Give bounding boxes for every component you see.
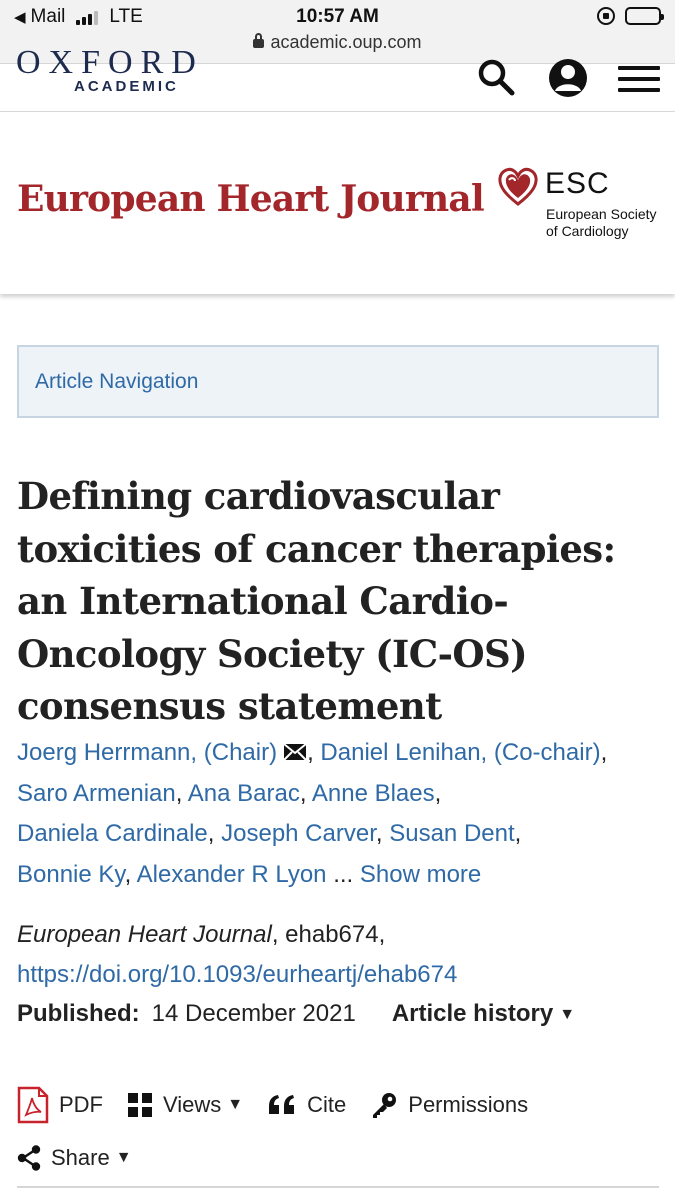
- status-right: [597, 7, 664, 25]
- article-navigation-label[interactable]: Article Navigation: [35, 370, 198, 394]
- citation: European Heart Journal, ehab674, https:/…: [17, 915, 667, 995]
- caret-down-icon: ▼: [115, 1149, 132, 1166]
- article-history-toggle[interactable]: Article history ▼: [392, 1000, 575, 1027]
- lock-icon: [253, 33, 265, 48]
- rotation-lock-icon: [597, 7, 615, 25]
- user-icon[interactable]: [548, 58, 588, 98]
- pdf-button[interactable]: PDF: [17, 1086, 103, 1124]
- published-label: Published:: [17, 1000, 140, 1027]
- url-text[interactable]: academic.oup.com: [270, 32, 421, 52]
- menu-icon[interactable]: [618, 66, 660, 94]
- doi-link[interactable]: https://doi.org/10.1093/eurheartj/ehab67…: [17, 961, 457, 988]
- citation-journal-name: European Heart Journal: [17, 921, 272, 948]
- article-history-label[interactable]: Article history: [392, 1000, 553, 1027]
- author-link[interactable]: Daniela Cardinale: [17, 820, 208, 847]
- author-link[interactable]: Daniel Lenihan, (Co-chair): [320, 739, 600, 766]
- share-label[interactable]: Share: [51, 1145, 110, 1171]
- article-navigation-toggle[interactable]: Article Navigation: [17, 345, 659, 418]
- cite-button[interactable]: Cite: [267, 1092, 346, 1118]
- journal-title[interactable]: European Heart Journal: [17, 178, 485, 220]
- share-dropdown[interactable]: Share ▼: [17, 1138, 156, 1178]
- author-link[interactable]: Anne Blaes: [312, 780, 435, 807]
- battery-icon: [625, 7, 664, 25]
- published-date: 14 December 2021: [151, 1000, 356, 1027]
- oxford-academic-logo[interactable]: OXFORD ACADEMIC: [16, 50, 216, 110]
- key-icon: [373, 1093, 397, 1118]
- author-link[interactable]: Ana Barac: [188, 780, 300, 807]
- author-link[interactable]: Bonnie Ky: [17, 861, 125, 888]
- site-header: OXFORD ACADEMIC: [0, 50, 675, 112]
- esc-logo[interactable]: ESC European Society of Cardiology: [497, 166, 667, 240]
- article-title: Defining cardiovascular toxicities of ca…: [17, 474, 616, 728]
- author-link[interactable]: Joerg Herrmann, (Chair): [17, 739, 277, 766]
- pdf-icon: [17, 1086, 49, 1124]
- author-ellipsis: ...: [333, 860, 354, 888]
- esc-abbreviation: ESC: [545, 167, 610, 200]
- caret-down-icon: ▼: [227, 1096, 244, 1113]
- caret-down-icon: ▼: [559, 1006, 576, 1023]
- published-row: Published: 14 December 2021 Article histor…: [17, 996, 575, 1033]
- journal-banner: European Heart Journal ESC European Soci…: [0, 112, 675, 294]
- permissions-label[interactable]: Permissions: [408, 1092, 528, 1118]
- article-toolbar: PDF Views ▼ Cite Permissions: [17, 1085, 552, 1125]
- views-label[interactable]: Views: [163, 1092, 221, 1118]
- author-link[interactable]: Susan Dent: [389, 820, 514, 847]
- esc-name-line1: European Society: [546, 206, 657, 222]
- pdf-label[interactable]: PDF: [59, 1092, 103, 1118]
- email-icon[interactable]: [283, 743, 307, 761]
- search-icon[interactable]: [477, 58, 515, 96]
- quote-icon: [269, 1095, 295, 1114]
- esc-name-line2: of Cardiology: [546, 223, 629, 239]
- author-link[interactable]: Alexander R Lyon: [137, 861, 327, 888]
- permissions-button[interactable]: Permissions: [370, 1091, 528, 1119]
- author-list: Joerg Herrmann, (Chair) , Daniel Lenihan…: [17, 739, 608, 888]
- esc-heart-icon: [498, 167, 538, 206]
- clock: 10:57 AM: [296, 6, 379, 27]
- views-dropdown[interactable]: Views ▼: [127, 1092, 243, 1118]
- cite-label[interactable]: Cite: [307, 1092, 346, 1118]
- author-link[interactable]: Joseph Carver: [221, 820, 376, 847]
- grid-views-icon: [128, 1093, 152, 1117]
- share-button[interactable]: Share ▼: [17, 1145, 132, 1171]
- show-more-authors-link[interactable]: Show more: [360, 861, 481, 888]
- citation-article-id: , ehab674,: [271, 921, 386, 948]
- divider: [17, 1186, 659, 1188]
- logo-academic: ACADEMIC: [74, 78, 179, 95]
- share-icon: [17, 1145, 41, 1171]
- author-link[interactable]: Saro Armenian: [17, 780, 176, 807]
- esc-full-name: European Society of Cardiology: [546, 206, 675, 240]
